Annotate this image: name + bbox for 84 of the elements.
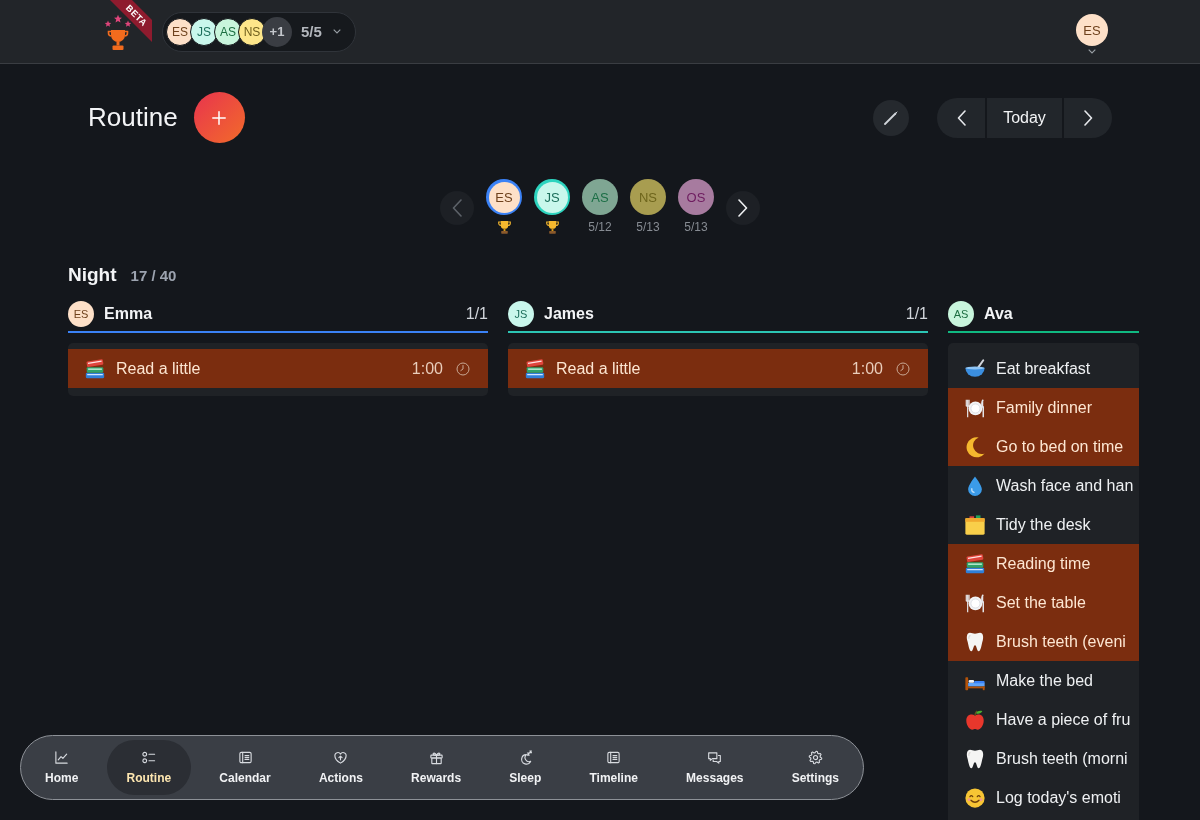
chat-icon bbox=[707, 750, 723, 765]
nav-tab[interactable]: Home bbox=[25, 740, 99, 795]
tooth-icon bbox=[964, 630, 986, 653]
gift-icon bbox=[428, 750, 444, 765]
task-row[interactable]: Brush teeth (eveni bbox=[948, 622, 1140, 661]
next-day-button[interactable] bbox=[1064, 97, 1112, 138]
moon-icon bbox=[964, 435, 986, 458]
task-row[interactable]: Read a little 1:00 bbox=[508, 349, 928, 388]
member-name: Ava bbox=[984, 305, 1013, 323]
clock-icon bbox=[456, 361, 470, 376]
member-avatar: AS bbox=[214, 17, 242, 46]
nav-tab[interactable]: Messages bbox=[666, 740, 764, 795]
heart-icon bbox=[333, 750, 349, 765]
task-count: 1/1 bbox=[905, 305, 928, 323]
plus-icon bbox=[212, 110, 227, 125]
checklist-icon bbox=[141, 750, 157, 765]
task-row[interactable]: Family dinner bbox=[948, 388, 1140, 427]
user-avatar[interactable]: ES bbox=[1076, 14, 1108, 46]
member-name: James bbox=[544, 305, 594, 323]
member-avatar: JS bbox=[190, 17, 218, 46]
list-icon bbox=[606, 750, 622, 765]
books-icon bbox=[84, 357, 106, 380]
task-row[interactable]: Go to bed on time bbox=[948, 427, 1140, 466]
task-row[interactable]: Set the table bbox=[948, 583, 1140, 622]
task-row[interactable]: Make the bed bbox=[948, 661, 1140, 700]
nav-tab[interactable]: Rewards bbox=[391, 740, 482, 795]
nav-tab[interactable]: Actions bbox=[298, 740, 383, 795]
nav-tab[interactable]: Sleep bbox=[489, 740, 562, 795]
member-avatar[interactable]: JS bbox=[536, 181, 568, 213]
chevron-right-icon bbox=[738, 198, 748, 217]
bowl-icon bbox=[964, 357, 986, 380]
task-row[interactable]: Wash face and han bbox=[948, 466, 1140, 505]
clock-icon bbox=[896, 361, 910, 376]
chevron-right-icon bbox=[1083, 109, 1093, 126]
member-avatar: ES bbox=[68, 301, 94, 327]
books-icon bbox=[964, 552, 986, 575]
task-row[interactable]: Eat breakfast bbox=[948, 349, 1140, 388]
pencil-icon bbox=[884, 110, 898, 125]
books-icon bbox=[524, 357, 546, 380]
smiley-icon bbox=[964, 786, 986, 809]
chevron-left-icon bbox=[452, 198, 462, 217]
chevron-down-icon bbox=[332, 29, 341, 34]
settings-icon bbox=[807, 750, 823, 765]
next-button[interactable] bbox=[726, 190, 760, 225]
list-icon bbox=[237, 750, 253, 765]
plate-icon bbox=[964, 591, 986, 614]
member-progress: 5/12 bbox=[588, 220, 612, 234]
task-row[interactable]: Tidy the desk bbox=[948, 505, 1140, 544]
add-button[interactable] bbox=[193, 92, 245, 143]
task-duration: 1:00 bbox=[411, 359, 443, 378]
tooth-icon bbox=[964, 747, 986, 770]
task-row[interactable]: Reading time bbox=[948, 544, 1140, 583]
chevron-down-icon[interactable] bbox=[1088, 49, 1096, 54]
task-row[interactable]: Brush teeth (morni bbox=[948, 739, 1140, 778]
line-chart-icon bbox=[54, 750, 70, 765]
task-row[interactable]: Read a little 1:00 bbox=[68, 349, 488, 388]
member-avatar: AS bbox=[948, 301, 974, 327]
member-name: Emma bbox=[104, 305, 153, 323]
edit-button[interactable] bbox=[873, 99, 909, 136]
member-avatar: JS bbox=[508, 301, 534, 327]
member-progress: 5/13 bbox=[684, 220, 708, 234]
member-avatar[interactable]: ES bbox=[488, 181, 520, 213]
family-switcher[interactable]: ES JS AS NS +1 5/5 bbox=[162, 11, 356, 52]
plate-icon bbox=[964, 396, 986, 419]
today-button[interactable]: Today bbox=[987, 97, 1062, 138]
section-title: Night bbox=[68, 264, 117, 286]
page-title: Routine bbox=[88, 102, 178, 133]
folder-icon bbox=[964, 513, 986, 536]
nav-tab[interactable]: Settings bbox=[771, 740, 859, 795]
nav-tab[interactable]: Routine bbox=[106, 740, 192, 795]
task-duration: 1:00 bbox=[851, 359, 883, 378]
task-row[interactable]: Have a piece of fru bbox=[948, 700, 1140, 739]
section-count: 17 / 40 bbox=[130, 267, 177, 284]
chevron-left-icon bbox=[956, 109, 966, 126]
task-count: 1/1 bbox=[465, 305, 488, 323]
more-members-avatar: +1 bbox=[262, 16, 292, 47]
apple-icon bbox=[964, 708, 986, 731]
task-row[interactable]: Log today's emoti bbox=[948, 778, 1140, 817]
member-avatar: NS bbox=[238, 17, 266, 46]
previous-day-button[interactable] bbox=[937, 97, 985, 138]
nav-tab[interactable]: Timeline bbox=[569, 740, 658, 795]
member-avatar: ES bbox=[166, 17, 194, 46]
nav-tab[interactable]: Calendar bbox=[199, 740, 291, 795]
member-progress: 5/13 bbox=[636, 220, 660, 234]
